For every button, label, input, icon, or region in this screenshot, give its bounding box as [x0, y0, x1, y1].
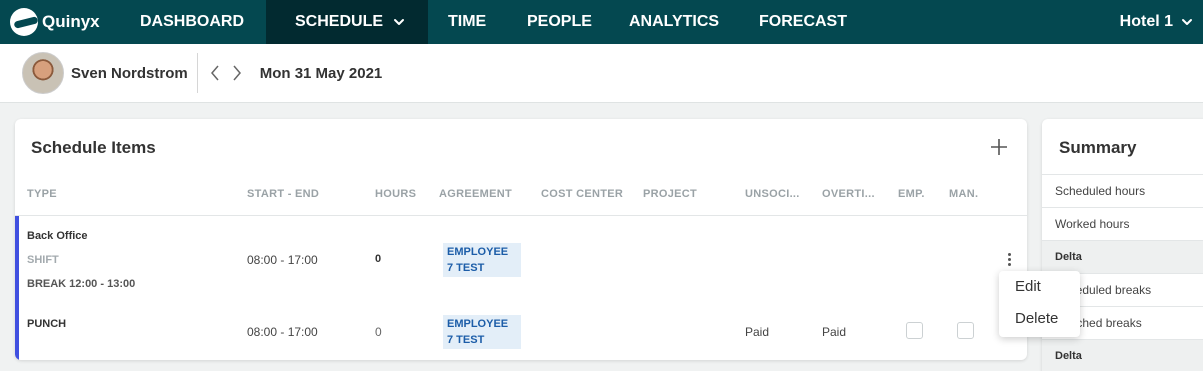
agreement-badge: EMPLOYEE 7 TEST: [443, 315, 521, 349]
add-icon[interactable]: [989, 137, 1009, 157]
chevron-down-icon: [1182, 19, 1192, 25]
nav-schedule[interactable]: SCHEDULE: [266, 0, 428, 44]
unit-selector-label: Hotel 1: [1119, 13, 1173, 30]
divider: [15, 215, 1027, 216]
chevron-right-icon: [233, 65, 241, 81]
divider: [196, 53, 198, 93]
nav-schedule-label: SCHEDULE: [295, 13, 384, 30]
summary-row-worked-hours: Worked hours: [1042, 207, 1203, 240]
row-hours: 0: [375, 325, 382, 339]
schedule-items-card: Schedule Items TYPE START - END HOURS AG…: [15, 119, 1027, 360]
column-header-agreement[interactable]: AGREEMENT: [439, 188, 512, 200]
row-start-end: 08:00 - 17:00: [247, 325, 318, 339]
chevron-down-icon: [394, 19, 405, 25]
top-navigation: Quinyx DASHBOARD SCHEDULE TIME PEOPLE AN…: [0, 0, 1203, 44]
summary-row-delta: Delta: [1042, 339, 1203, 371]
column-header-project[interactable]: PROJECT: [643, 188, 697, 200]
column-header-hours[interactable]: HOURS: [375, 188, 416, 200]
unit-selector[interactable]: Hotel 1: [1120, 0, 1193, 44]
agreement-badge: EMPLOYEE 7 TEST: [443, 243, 521, 277]
date-label: Mon 31 May 2021: [259, 64, 383, 82]
agreement-name-suffix: 7 TEST: [447, 262, 485, 274]
summary-title: Summary: [1059, 138, 1137, 157]
emp-checkbox[interactable]: [906, 322, 923, 339]
row-unsocial: Paid: [745, 325, 770, 339]
agreement-name: EMPLOYEE: [447, 318, 509, 330]
agreement-name-suffix: 7 TEST: [447, 334, 485, 346]
man-checkbox[interactable]: [957, 322, 974, 339]
column-header-man[interactable]: MAN.: [949, 188, 978, 200]
row-overtime: Paid: [822, 325, 847, 339]
menu-item-delete[interactable]: Delete: [1015, 310, 1058, 327]
agreement-name: EMPLOYEE: [447, 246, 509, 258]
quinyx-logo-icon: [10, 8, 38, 36]
row-type: PUNCH: [27, 318, 67, 330]
column-header-unsocial[interactable]: UNSOCI...: [745, 188, 800, 200]
nav-analytics[interactable]: ANALYTICS: [629, 0, 759, 44]
previous-day-button[interactable]: [204, 62, 226, 84]
row-type: SHIFT: [27, 254, 59, 266]
column-header-emp[interactable]: EMP.: [898, 188, 925, 200]
column-header-overtime[interactable]: OVERTI...: [822, 188, 875, 200]
nav-people[interactable]: PEOPLE: [527, 0, 629, 44]
avatar[interactable]: [22, 52, 64, 94]
context-menu: Edit Delete: [999, 271, 1080, 337]
nav-forecast[interactable]: FORECAST: [759, 0, 909, 44]
column-header-start-end[interactable]: START - END: [247, 188, 319, 200]
row-hours: 0: [375, 253, 382, 265]
row-title: Back Office: [27, 230, 88, 242]
more-options-icon[interactable]: [1004, 249, 1014, 269]
menu-item-edit[interactable]: Edit: [1015, 278, 1041, 295]
chevron-left-icon: [210, 65, 219, 81]
next-day-button[interactable]: [226, 62, 248, 84]
row-break: BREAK 12:00 - 13:00: [27, 278, 136, 290]
summary-row-delta: Delta: [1042, 240, 1203, 273]
summary-row-scheduled-hours: Scheduled hours: [1042, 174, 1203, 207]
employee-header: Sven Nordstrom Mon 31 May 2021: [0, 44, 1203, 103]
row-accent-bar: [15, 216, 19, 360]
employee-name: Sven Nordstrom: [71, 64, 188, 82]
quinyx-logo[interactable]: Quinyx: [0, 8, 126, 36]
nav-dashboard[interactable]: DASHBOARD: [140, 0, 266, 44]
nav-time[interactable]: TIME: [448, 0, 527, 44]
row-start-end: 08:00 - 17:00: [247, 253, 318, 267]
column-header-type[interactable]: TYPE: [27, 188, 57, 200]
column-header-cost-center[interactable]: COST CENTER: [541, 188, 623, 200]
card-title: Schedule Items: [31, 138, 156, 157]
logo-text: Quinyx: [42, 12, 100, 31]
